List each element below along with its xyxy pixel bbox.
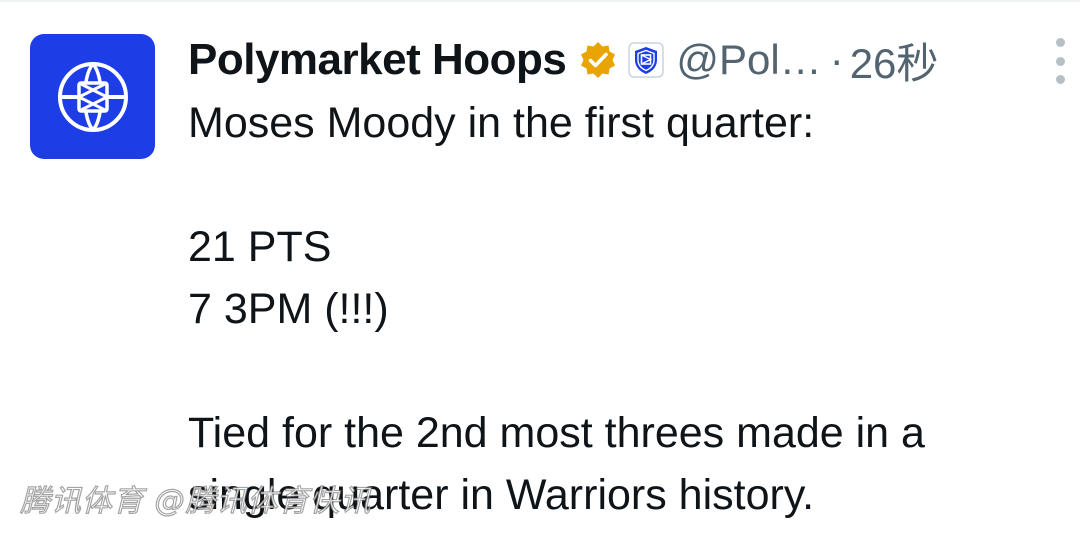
tweet-line: Moses Moody in the first quarter: [188,99,815,147]
tweet-line: 7 3PM (!!!) [188,285,389,333]
author-avatar[interactable] [30,34,155,159]
tweet-text: Moses Moody in the first quarter: 21 PTS… [188,92,1058,526]
tweet-line: 21 PTS [188,223,332,271]
tweet-card[interactable]: Polymarket Hoops @Pol… · 26秒 Moses Moody… [0,0,1080,533]
tweet-line: Tied for the 2nd most threes made in a [188,409,925,457]
polymarket-basketball-logo-icon [57,61,128,132]
more-dot [1055,56,1065,66]
author-handle[interactable]: @Pol… [676,36,821,84]
more-options-vertical-icon[interactable] [1048,38,1072,84]
meta-separator: · [829,36,844,83]
tweet-line: single quarter in Warriors history. [188,471,815,519]
tweet-timestamp[interactable]: 26秒 [850,30,939,91]
gold-verified-badge-icon[interactable] [578,40,618,80]
more-dot [1055,38,1065,47]
polymarket-affiliate-shield-icon[interactable] [628,42,665,78]
tweet-header: Polymarket Hoops @Pol… · 26秒 [188,30,938,90]
author-display-name[interactable]: Polymarket Hoops [188,35,567,85]
more-dot [1055,75,1065,84]
